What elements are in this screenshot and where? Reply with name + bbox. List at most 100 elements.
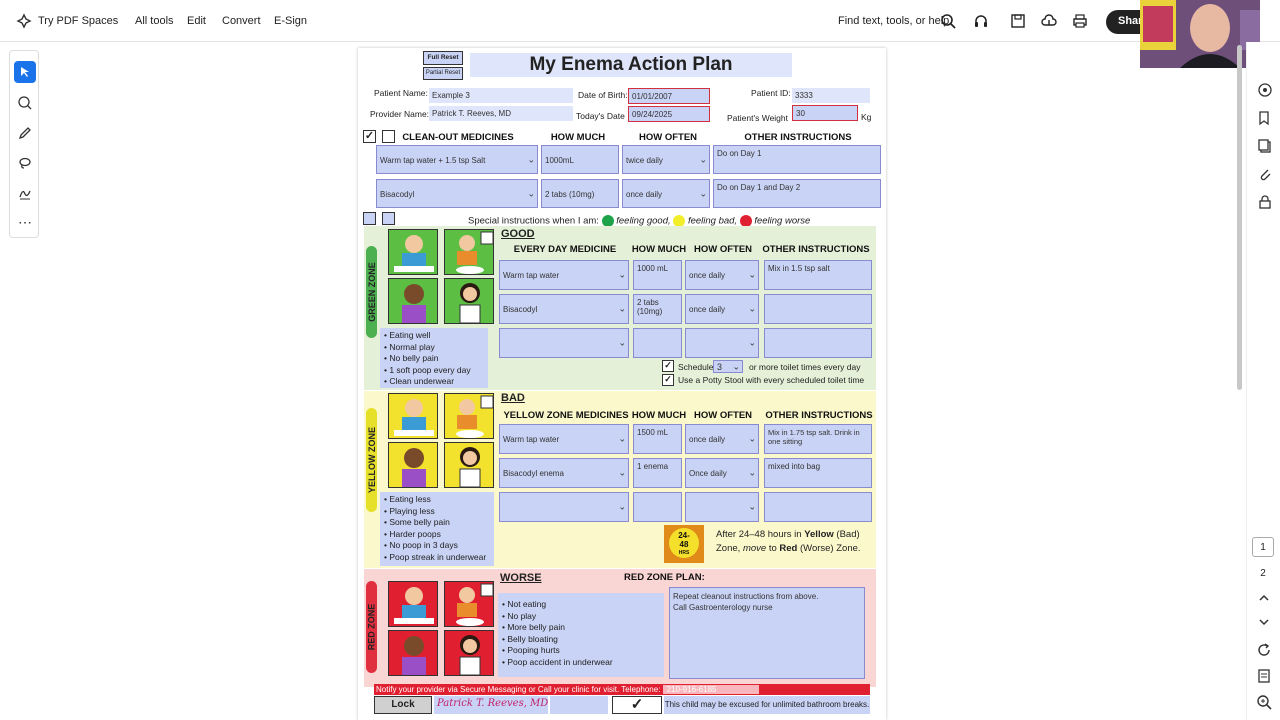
yellow-often-1[interactable]: once daily ⌄: [685, 424, 759, 454]
print-icon[interactable]: [1072, 13, 1088, 29]
cleanout-much-2[interactable]: 2 tabs (10mg): [541, 179, 619, 208]
potty-stool-checkbox[interactable]: ✓: [662, 374, 674, 386]
ai-assistant-icon[interactable]: [1257, 82, 1273, 98]
after-text-3: Zone,: [716, 543, 741, 554]
vertical-scrollbar[interactable]: [1237, 45, 1242, 390]
green-often-2[interactable]: once daily ⌄: [685, 294, 759, 324]
red-zone-plan-field[interactable]: Repeat cleanout instructions from above.…: [669, 587, 865, 679]
bookmark-list-icon[interactable]: [1257, 110, 1273, 126]
cleanout-checkbox-1[interactable]: ✓: [363, 130, 376, 143]
green-much-3[interactable]: [633, 328, 682, 358]
save-icon[interactable]: [1010, 13, 1026, 29]
yellow-often-2[interactable]: Once daily ⌄: [685, 458, 759, 488]
headphones-icon[interactable]: [973, 13, 989, 29]
special-prefix: Special instructions when I am:: [468, 215, 599, 227]
menu-esign[interactable]: E-Sign: [274, 15, 307, 27]
page-number-1[interactable]: 1: [1252, 537, 1274, 557]
yellow-other-2[interactable]: mixed into bag: [764, 458, 872, 488]
page-fit-icon[interactable]: [1256, 668, 1272, 684]
green-med-3[interactable]: ⌄: [499, 328, 629, 358]
yellow-other-3[interactable]: [764, 492, 872, 522]
cleanout-other-1[interactable]: Do on Day 1: [713, 145, 881, 174]
yellow-header-how-much: HOW MUCH: [631, 410, 687, 421]
dropdown-icon: ⌄: [527, 154, 535, 164]
dropdown-icon: ⌄: [748, 467, 756, 478]
patient-id-field[interactable]: 3333: [792, 88, 870, 103]
menu-convert[interactable]: Convert: [222, 15, 261, 27]
lasso-tool-button[interactable]: [14, 152, 36, 174]
yellow-med-2[interactable]: Bisacodyl enema ⌄: [499, 458, 629, 488]
cleanout-often-1[interactable]: twice daily ⌄: [622, 145, 710, 174]
lock-icon[interactable]: [1257, 194, 1273, 210]
zoom-in-icon[interactable]: [1256, 694, 1272, 710]
green-header-how-often: HOW OFTEN: [693, 244, 753, 255]
upload-cloud-icon[interactable]: [1041, 13, 1057, 29]
green-other-2[interactable]: [764, 294, 872, 324]
search-icon[interactable]: [940, 13, 956, 29]
green-often-3[interactable]: ⌄: [685, 328, 759, 358]
copy-pages-icon[interactable]: [1257, 138, 1273, 154]
schedule-count-select[interactable]: 3 ⌄: [713, 360, 743, 373]
green-often-1[interactable]: once daily ⌄: [685, 260, 759, 290]
plan-line-2: Call Gastroenterology nurse: [673, 603, 773, 612]
partial-reset-button[interactable]: Partial Reset: [423, 67, 463, 80]
lock-button[interactable]: Lock: [374, 696, 432, 714]
attachment-icon[interactable]: [1257, 166, 1273, 182]
cleanout-other-2[interactable]: Do on Day 1 and Day 2: [713, 179, 881, 208]
chevron-up-icon[interactable]: [1256, 590, 1272, 606]
add-comment-tool-button[interactable]: [14, 92, 36, 114]
potty-stool-label: Use a Potty Stool with every scheduled t…: [678, 375, 865, 385]
cleanout-med-2[interactable]: Bisacodyl ⌄: [376, 179, 538, 208]
yellow-often-3[interactable]: ⌄: [685, 492, 759, 522]
yellow-much-1[interactable]: 1500 mL: [633, 424, 682, 454]
yellow-med-3[interactable]: ⌄: [499, 492, 629, 522]
after-text-4: to: [768, 543, 777, 554]
excuse-checkbox[interactable]: ✓: [612, 696, 662, 714]
today-field[interactable]: 09/24/2025: [628, 106, 710, 122]
patient-name-field[interactable]: Example 3: [429, 88, 573, 103]
special-checkbox-2[interactable]: [382, 212, 395, 225]
schedule-checkbox[interactable]: ✓: [662, 360, 674, 372]
list-item: Clean underwear: [384, 376, 484, 388]
dob-field[interactable]: 01/01/2007: [628, 88, 710, 104]
cleanout-often-2[interactable]: once daily ⌄: [622, 179, 710, 208]
dropdown-icon: ⌄: [618, 269, 626, 280]
yellow-much-3[interactable]: [633, 492, 682, 522]
cleanout-checkbox-2[interactable]: [382, 130, 395, 143]
list-item: Normal play: [384, 342, 484, 354]
menu-all-tools[interactable]: All tools: [135, 15, 174, 27]
provider-field[interactable]: Patrick T. Reeves, MD: [429, 106, 573, 121]
signature-icon: [19, 190, 31, 200]
green-other-1[interactable]: Mix in 1.5 tsp salt: [764, 260, 872, 290]
phone-field[interactable]: 210-916-6185: [662, 685, 759, 694]
cleanout-med-1[interactable]: Warm tap water + 1.5 tsp Salt ⌄: [376, 145, 538, 174]
full-reset-button[interactable]: Full Reset: [423, 51, 463, 65]
dropdown-icon: ⌄: [732, 361, 740, 371]
draw-tool-button[interactable]: [14, 122, 36, 144]
child-belly-pain-image: [388, 442, 438, 488]
special-checkbox-1[interactable]: [363, 212, 376, 225]
more-tools-button[interactable]: ⋯: [14, 211, 36, 233]
weight-field[interactable]: 30: [792, 105, 858, 121]
find-text-button[interactable]: Find text, tools, or help: [838, 15, 949, 27]
green-much-2[interactable]: 2 tabs (10mg): [633, 294, 682, 324]
green-med-2[interactable]: Bisacodyl ⌄: [499, 294, 629, 324]
signature-field[interactable]: Patrick T. Reeves, MD: [434, 696, 548, 714]
cleanout-much-1[interactable]: 1000mL: [541, 145, 619, 174]
pdf-spaces-button[interactable]: Try PDF Spaces: [16, 12, 118, 29]
cleanout-med-1-value: Warm tap water + 1.5 tsp Salt: [380, 156, 486, 165]
yellow-med-1[interactable]: Warm tap water ⌄: [499, 424, 629, 454]
after-text-1: After 24–48 hours in: [716, 529, 802, 540]
green-other-3[interactable]: [764, 328, 872, 358]
chevron-down-icon[interactable]: [1256, 614, 1272, 630]
yellow-other-1[interactable]: Mix in 1.75 tsp salt. Drink in one sitti…: [764, 424, 872, 454]
green-much-1[interactable]: 1000 mL: [633, 260, 682, 290]
yellow-much-2[interactable]: 1 enema: [633, 458, 682, 488]
menu-edit[interactable]: Edit: [187, 15, 206, 27]
select-tool-button[interactable]: [14, 61, 36, 83]
green-med-1[interactable]: Warm tap water ⌄: [499, 260, 629, 290]
dob-label: Date of Birth:: [578, 90, 628, 100]
page-number-2[interactable]: 2: [1252, 564, 1274, 584]
sign-tool-button[interactable]: [14, 182, 36, 204]
refresh-icon[interactable]: [1256, 642, 1272, 658]
